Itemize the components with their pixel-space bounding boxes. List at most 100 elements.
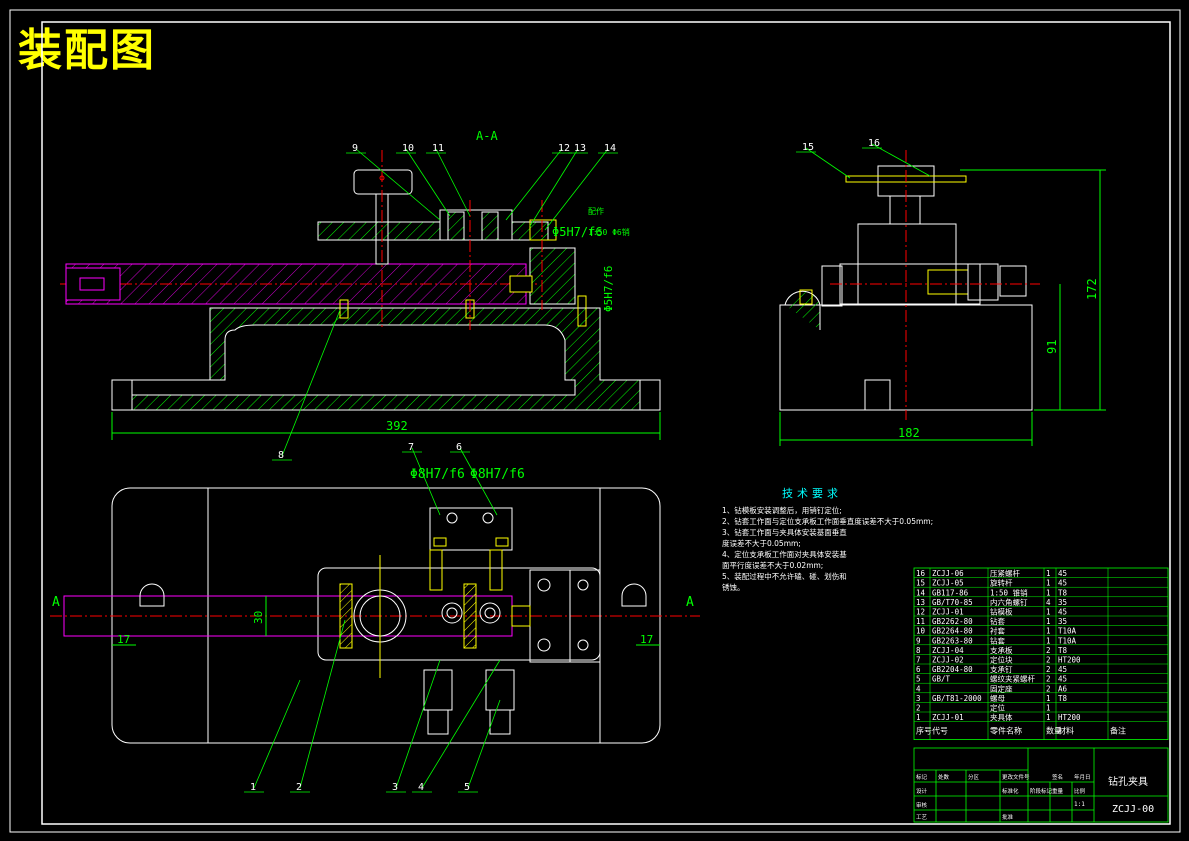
parts-cell: ZCJJ-06 [932, 569, 964, 578]
title-block-label: 设计 [916, 787, 928, 795]
parts-cell: GB2264-80 [932, 627, 973, 636]
parts-cell: T10A [1058, 636, 1077, 645]
parts-cell: 6 [916, 665, 921, 674]
balloon-label: 6 [456, 442, 462, 453]
balloon-label: 2 [296, 782, 302, 793]
parts-cell: 1 [1046, 579, 1051, 588]
parts-header: 零件名称 [990, 726, 1022, 736]
parts-cell: 16 [916, 569, 926, 578]
parts-cell: 4 [916, 684, 921, 693]
tech-item: 5、装配过程中不允许磕、碰、划伤和 [722, 572, 847, 581]
tech-item: 度误差不大于0.05mm; [722, 539, 801, 548]
parts-cell: 1 [1046, 713, 1051, 722]
title-block: 钻孔夹具 ZCJJ-00 1:1 标记 处数 分区 更改文件号 签名 年月日设计 标准化审核… [913, 747, 1169, 823]
parts-cell: 5 [916, 675, 921, 684]
parts-header: 材料 [1058, 726, 1074, 736]
balloon-leader [871, 143, 931, 177]
parts-cell: ZCJJ-01 [932, 608, 964, 617]
parts-cell: ZCJJ-02 [932, 656, 964, 665]
balloon-label: 1 [250, 782, 256, 793]
parts-cell: 45 [1058, 665, 1067, 674]
parts-list: 16 ZCJJ-06 压紧螺杆 1 4515 ZCJJ-05 旋转杆 1 4514 GB117-8… [913, 567, 1169, 741]
balloon-leader [299, 619, 346, 789]
title-block-label: 更改文件号 [1002, 773, 1030, 781]
parts-cell: 1 [1046, 608, 1051, 617]
parts-header: 序号 [916, 726, 932, 736]
title-block-label: 分区 [968, 773, 980, 781]
parts-cell: 钻模板 [990, 607, 1013, 617]
parts-header: 备注 [1110, 726, 1126, 736]
parts-cell: 45 [1058, 569, 1067, 578]
parts-cell: 支承板 [990, 645, 1013, 655]
balloon-label: 5 [464, 782, 470, 793]
parts-cell: 35 [1058, 598, 1067, 607]
parts-cell: 螺纹夹紧螺杆 [990, 674, 1035, 684]
parts-cell: ZCJJ-04 [932, 646, 964, 655]
parts-cell: 螺母 [990, 693, 1005, 703]
parts-cell: 衬套 [990, 626, 1005, 636]
parts-cell: 1 [1046, 694, 1051, 703]
parts-cell: 45 [1058, 675, 1067, 684]
drawing-scale: 1:1 [1074, 801, 1085, 808]
parts-cell: 4 [1046, 598, 1051, 607]
parts-cell: T10A [1058, 627, 1077, 636]
balloon-leader [467, 699, 501, 789]
section-mark-left: A [52, 595, 60, 610]
parts-cell: 钻套 [990, 635, 1005, 645]
parts-cell: ZCJJ-05 [932, 579, 964, 588]
balloon-leader [405, 148, 451, 217]
parts-cell: 2 [1046, 656, 1051, 665]
parts-cell: 1 [1046, 588, 1051, 597]
title-block-label: 工艺 [916, 814, 928, 821]
tech-heading: 技术要求 [782, 487, 842, 500]
tech-item: 3、钻套工作面与夹具体安装基面垂直 [722, 528, 847, 537]
balloon-leader [529, 148, 579, 227]
parts-cell: GB117-86 [932, 588, 969, 597]
drawing-name: 钻孔夹具 [1108, 775, 1148, 788]
parts-cell: 45 [1058, 579, 1067, 588]
parts-cell: T8 [1058, 646, 1068, 655]
parts-cell: 压紧螺杆 [990, 568, 1020, 578]
parts-cell: 2 [1046, 646, 1051, 655]
parts-cell: T8 [1058, 588, 1068, 597]
parts-cell: T8 [1058, 694, 1068, 703]
dim-392: 392 [386, 419, 408, 433]
parts-cell: 1 [1046, 569, 1051, 578]
parts-cell: 35 [1058, 617, 1067, 626]
drawing-code: ZCJJ-00 [1112, 804, 1154, 815]
parts-cell: HT200 [1058, 656, 1081, 665]
parts-cell: 1 [1046, 636, 1051, 645]
parts-cell: 支承钉 [990, 664, 1013, 674]
balloon-label: 8 [278, 450, 284, 461]
balloon-label: 12 [558, 143, 570, 154]
parts-cell: GB/T70-85 [932, 598, 973, 607]
title-block-label: 标准化 [1002, 787, 1019, 795]
dim-30: 30 [252, 611, 265, 624]
balloon-label: 13 [574, 143, 586, 154]
section-view: A-A 392 Φ5H7/f6 1:50 Φ6销 配作 Φ5H7/f6 [60, 129, 661, 440]
dim-fit-8a: Φ8H7/f6 [410, 467, 465, 482]
tech-item: 1、钻模板安装调整后，用销钉定位; [722, 506, 842, 515]
parts-cell: GB2262-80 [932, 617, 973, 626]
balloon-leader [505, 148, 563, 221]
dim-fit-vert: Φ5H7/f6 [602, 266, 615, 312]
dim-fit-8b: Φ8H7/f6 [470, 467, 525, 482]
title-block-label: 签名 [1052, 773, 1063, 781]
parts-cell: 45 [1058, 608, 1067, 617]
parts-cell: 旋转杆 [990, 578, 1013, 588]
parts-cell: A6 [1058, 684, 1068, 693]
parts-cell: 钻套 [990, 616, 1005, 626]
parts-cell: GB/T [932, 675, 951, 684]
taper-note-1: 1:50 Φ6销 [588, 227, 630, 237]
title-block-label: 标记 [916, 773, 928, 781]
parts-cell: 1 [916, 713, 921, 722]
title-block-label: 重量 [1052, 787, 1064, 795]
title-block-label: 审核 [916, 801, 928, 809]
parts-cell: 1:50 锥销 [990, 587, 1028, 597]
parts-cell: 夹具体 [990, 712, 1013, 722]
title-block-label: 年月日 [1074, 773, 1091, 781]
balloon-label: 3 [392, 782, 398, 793]
tech-item: 面平行度误差不大于0.02mm; [722, 561, 824, 570]
parts-cell: 9 [916, 636, 921, 645]
balloon-label: 16 [868, 138, 880, 149]
